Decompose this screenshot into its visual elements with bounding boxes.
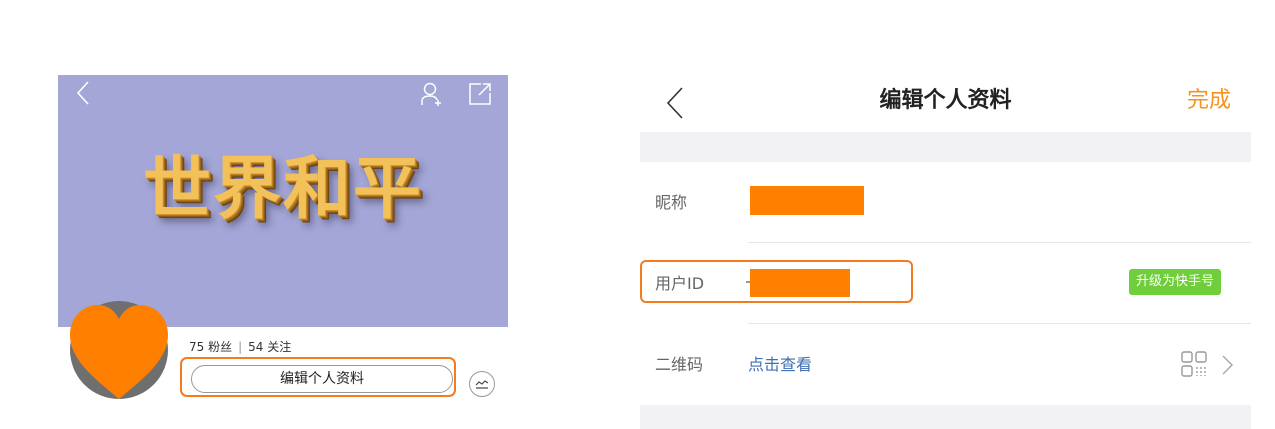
- section-gap: [640, 132, 1251, 162]
- fans-count[interactable]: 75 粉丝: [189, 340, 232, 354]
- page-title: 编辑个人资料: [879, 88, 1012, 113]
- qr-code-icon: [1181, 351, 1207, 377]
- nickname-redaction: [750, 186, 864, 215]
- user-id-highlight: [640, 260, 913, 303]
- trend-icon: [475, 380, 489, 389]
- trend-button[interactable]: [469, 371, 495, 397]
- qr-code-row[interactable]: 二维码 点击查看: [640, 324, 1251, 405]
- done-button[interactable]: 完成: [1187, 75, 1231, 127]
- back-chevron-icon[interactable]: [72, 79, 96, 107]
- following-count[interactable]: 54 关注: [248, 340, 291, 354]
- add-friend-icon[interactable]: [420, 81, 444, 107]
- share-icon[interactable]: [468, 82, 492, 106]
- qr-code-label: 二维码: [655, 355, 704, 374]
- view-qr-link[interactable]: 点击查看: [748, 324, 812, 405]
- bottom-gap: [640, 405, 1251, 429]
- upgrade-kuaishou-id-button[interactable]: 升级为快手号: [1129, 269, 1222, 295]
- edit-profile-button[interactable]: 编辑个人资料: [191, 365, 453, 393]
- stats-separator: |: [238, 340, 243, 354]
- edit-profile-panel: 编辑个人资料 完成 昵称 用户ID 升级为快手号 二维码 点击查看: [640, 75, 1251, 429]
- follow-stats: 75 粉丝 | 54 关注: [189, 338, 291, 355]
- user-id-row[interactable]: 用户ID 升级为快手号: [640, 243, 1251, 324]
- profile-page-panel: 世界和平 75 粉丝 | 54 关注 编辑个人资料: [58, 75, 508, 429]
- nav-header: 编辑个人资料 完成: [640, 75, 1251, 132]
- chevron-right-icon: [1222, 355, 1234, 375]
- banner-title: 世界和平: [142, 149, 423, 229]
- profile-banner: 世界和平: [58, 75, 508, 327]
- heart-sticker-icon: [70, 305, 168, 399]
- nickname-label: 昵称: [655, 193, 688, 212]
- nickname-row[interactable]: 昵称: [640, 162, 1251, 243]
